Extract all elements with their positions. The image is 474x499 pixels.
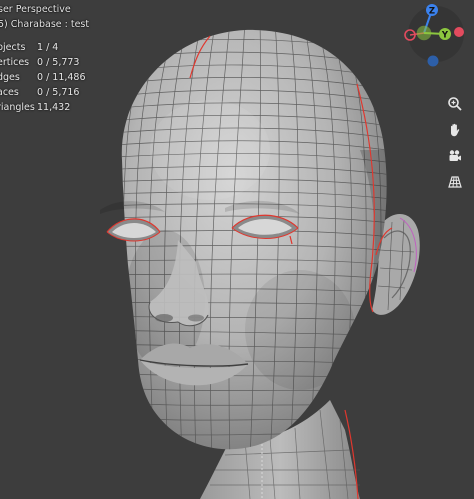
stat-value: 0 / 11,486 bbox=[37, 72, 86, 83]
stat-vertices: ertices 0 / 5,773 bbox=[0, 55, 86, 70]
stat-label: riangles bbox=[0, 102, 35, 113]
stat-value: 0 / 5,773 bbox=[37, 57, 80, 68]
stat-value: 11,432 bbox=[37, 102, 71, 113]
scene-statistics: bjects 1 / 4 ertices 0 / 5,773 dges 0 / … bbox=[0, 40, 86, 115]
stat-label: bjects bbox=[0, 42, 26, 53]
viewport-title: ser Perspective bbox=[0, 4, 71, 15]
stat-value: 1 / 4 bbox=[37, 42, 59, 53]
y-axis-label: Y bbox=[441, 30, 449, 40]
z-axis-label: Z bbox=[429, 6, 435, 16]
3d-viewport[interactable]: ser Perspective 5) Charabase : test bjec… bbox=[0, 0, 474, 499]
neg-y-axis-handle[interactable] bbox=[416, 25, 432, 41]
stat-triangles: riangles 11,432 bbox=[0, 100, 86, 115]
stat-label: aces bbox=[0, 87, 19, 98]
stat-objects: bjects 1 / 4 bbox=[0, 40, 86, 55]
navigation-gizmo[interactable]: Z Y bbox=[398, 0, 474, 76]
stat-label: dges bbox=[0, 72, 20, 83]
stat-label: ertices bbox=[0, 57, 30, 68]
active-object-label: 5) Charabase : test bbox=[0, 19, 90, 30]
stat-faces: aces 0 / 5,716 bbox=[0, 85, 86, 100]
hand-pan-icon[interactable] bbox=[444, 119, 466, 141]
x-axis-handle[interactable] bbox=[454, 27, 464, 37]
stat-edges: dges 0 / 11,486 bbox=[0, 70, 86, 85]
perspective-grid-icon[interactable] bbox=[444, 171, 466, 193]
camera-icon[interactable] bbox=[444, 145, 466, 167]
neg-z-axis-handle[interactable] bbox=[427, 55, 439, 67]
stat-value: 0 / 5,716 bbox=[37, 87, 80, 98]
zoom-in-icon[interactable] bbox=[444, 93, 466, 115]
